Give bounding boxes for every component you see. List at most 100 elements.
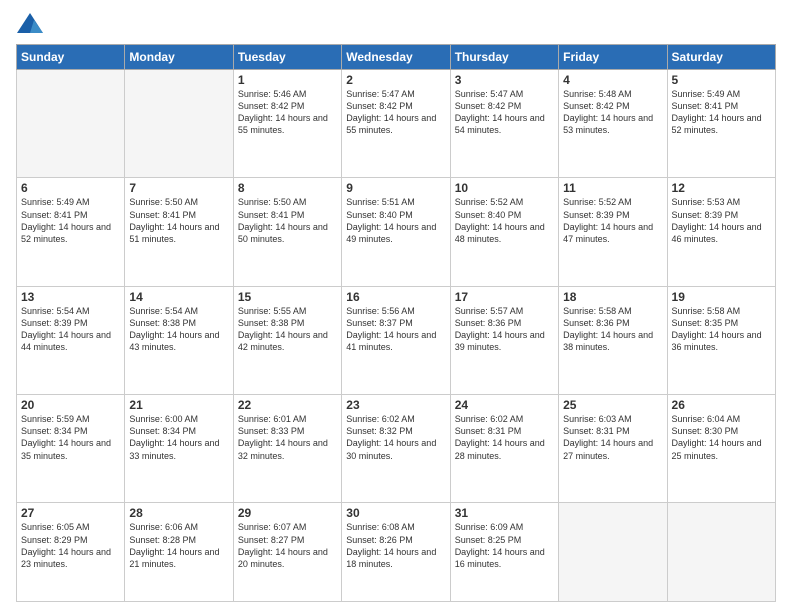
calendar-cell: 30Sunrise: 6:08 AM Sunset: 8:26 PM Dayli…: [342, 503, 450, 602]
calendar-cell: 6Sunrise: 5:49 AM Sunset: 8:41 PM Daylig…: [17, 178, 125, 286]
calendar-table: SundayMondayTuesdayWednesdayThursdayFrid…: [16, 44, 776, 602]
day-number: 3: [455, 73, 554, 87]
day-info: Sunrise: 5:57 AM Sunset: 8:36 PM Dayligh…: [455, 305, 554, 354]
calendar-cell: 7Sunrise: 5:50 AM Sunset: 8:41 PM Daylig…: [125, 178, 233, 286]
calendar-cell: 17Sunrise: 5:57 AM Sunset: 8:36 PM Dayli…: [450, 286, 558, 394]
day-info: Sunrise: 6:04 AM Sunset: 8:30 PM Dayligh…: [672, 413, 771, 462]
calendar-cell: 14Sunrise: 5:54 AM Sunset: 8:38 PM Dayli…: [125, 286, 233, 394]
calendar-cell: 21Sunrise: 6:00 AM Sunset: 8:34 PM Dayli…: [125, 395, 233, 503]
calendar-cell: 4Sunrise: 5:48 AM Sunset: 8:42 PM Daylig…: [559, 70, 667, 178]
header: [16, 10, 776, 38]
day-number: 27: [21, 506, 120, 520]
calendar-header-monday: Monday: [125, 45, 233, 70]
calendar-cell: 24Sunrise: 6:02 AM Sunset: 8:31 PM Dayli…: [450, 395, 558, 503]
calendar-cell: [559, 503, 667, 602]
day-number: 22: [238, 398, 337, 412]
day-number: 23: [346, 398, 445, 412]
day-info: Sunrise: 5:54 AM Sunset: 8:38 PM Dayligh…: [129, 305, 228, 354]
day-info: Sunrise: 5:47 AM Sunset: 8:42 PM Dayligh…: [455, 88, 554, 137]
day-info: Sunrise: 5:55 AM Sunset: 8:38 PM Dayligh…: [238, 305, 337, 354]
calendar-cell: 16Sunrise: 5:56 AM Sunset: 8:37 PM Dayli…: [342, 286, 450, 394]
day-info: Sunrise: 6:01 AM Sunset: 8:33 PM Dayligh…: [238, 413, 337, 462]
calendar-cell: 31Sunrise: 6:09 AM Sunset: 8:25 PM Dayli…: [450, 503, 558, 602]
calendar-cell: 26Sunrise: 6:04 AM Sunset: 8:30 PM Dayli…: [667, 395, 775, 503]
calendar-week-row: 13Sunrise: 5:54 AM Sunset: 8:39 PM Dayli…: [17, 286, 776, 394]
calendar-cell: [125, 70, 233, 178]
day-number: 24: [455, 398, 554, 412]
calendar-cell: 27Sunrise: 6:05 AM Sunset: 8:29 PM Dayli…: [17, 503, 125, 602]
day-info: Sunrise: 5:56 AM Sunset: 8:37 PM Dayligh…: [346, 305, 445, 354]
day-number: 4: [563, 73, 662, 87]
day-number: 10: [455, 181, 554, 195]
day-info: Sunrise: 5:49 AM Sunset: 8:41 PM Dayligh…: [21, 196, 120, 245]
day-info: Sunrise: 5:53 AM Sunset: 8:39 PM Dayligh…: [672, 196, 771, 245]
calendar-cell: 8Sunrise: 5:50 AM Sunset: 8:41 PM Daylig…: [233, 178, 341, 286]
day-info: Sunrise: 5:49 AM Sunset: 8:41 PM Dayligh…: [672, 88, 771, 137]
day-info: Sunrise: 5:59 AM Sunset: 8:34 PM Dayligh…: [21, 413, 120, 462]
day-info: Sunrise: 5:54 AM Sunset: 8:39 PM Dayligh…: [21, 305, 120, 354]
calendar-header-thursday: Thursday: [450, 45, 558, 70]
calendar-header-tuesday: Tuesday: [233, 45, 341, 70]
day-number: 9: [346, 181, 445, 195]
day-number: 31: [455, 506, 554, 520]
day-number: 21: [129, 398, 228, 412]
calendar-cell: 28Sunrise: 6:06 AM Sunset: 8:28 PM Dayli…: [125, 503, 233, 602]
calendar-cell: 13Sunrise: 5:54 AM Sunset: 8:39 PM Dayli…: [17, 286, 125, 394]
day-number: 6: [21, 181, 120, 195]
calendar-cell: 9Sunrise: 5:51 AM Sunset: 8:40 PM Daylig…: [342, 178, 450, 286]
calendar-header-row: SundayMondayTuesdayWednesdayThursdayFrid…: [17, 45, 776, 70]
calendar-week-row: 27Sunrise: 6:05 AM Sunset: 8:29 PM Dayli…: [17, 503, 776, 602]
calendar-cell: 15Sunrise: 5:55 AM Sunset: 8:38 PM Dayli…: [233, 286, 341, 394]
day-number: 15: [238, 290, 337, 304]
day-info: Sunrise: 6:06 AM Sunset: 8:28 PM Dayligh…: [129, 521, 228, 570]
calendar-week-row: 1Sunrise: 5:46 AM Sunset: 8:42 PM Daylig…: [17, 70, 776, 178]
day-number: 1: [238, 73, 337, 87]
day-number: 26: [672, 398, 771, 412]
day-number: 28: [129, 506, 228, 520]
day-number: 17: [455, 290, 554, 304]
calendar-cell: 29Sunrise: 6:07 AM Sunset: 8:27 PM Dayli…: [233, 503, 341, 602]
day-info: Sunrise: 6:07 AM Sunset: 8:27 PM Dayligh…: [238, 521, 337, 570]
calendar-header-sunday: Sunday: [17, 45, 125, 70]
calendar-cell: 1Sunrise: 5:46 AM Sunset: 8:42 PM Daylig…: [233, 70, 341, 178]
day-info: Sunrise: 5:48 AM Sunset: 8:42 PM Dayligh…: [563, 88, 662, 137]
day-info: Sunrise: 6:00 AM Sunset: 8:34 PM Dayligh…: [129, 413, 228, 462]
day-number: 11: [563, 181, 662, 195]
day-info: Sunrise: 5:46 AM Sunset: 8:42 PM Dayligh…: [238, 88, 337, 137]
calendar-cell: 25Sunrise: 6:03 AM Sunset: 8:31 PM Dayli…: [559, 395, 667, 503]
calendar-cell: 11Sunrise: 5:52 AM Sunset: 8:39 PM Dayli…: [559, 178, 667, 286]
calendar-week-row: 6Sunrise: 5:49 AM Sunset: 8:41 PM Daylig…: [17, 178, 776, 286]
day-info: Sunrise: 5:58 AM Sunset: 8:35 PM Dayligh…: [672, 305, 771, 354]
day-number: 12: [672, 181, 771, 195]
page: SundayMondayTuesdayWednesdayThursdayFrid…: [0, 0, 792, 612]
calendar-header-wednesday: Wednesday: [342, 45, 450, 70]
calendar-cell: 22Sunrise: 6:01 AM Sunset: 8:33 PM Dayli…: [233, 395, 341, 503]
day-number: 8: [238, 181, 337, 195]
calendar-cell: 12Sunrise: 5:53 AM Sunset: 8:39 PM Dayli…: [667, 178, 775, 286]
day-info: Sunrise: 6:05 AM Sunset: 8:29 PM Dayligh…: [21, 521, 120, 570]
day-number: 20: [21, 398, 120, 412]
calendar-header-friday: Friday: [559, 45, 667, 70]
day-number: 5: [672, 73, 771, 87]
calendar-cell: 5Sunrise: 5:49 AM Sunset: 8:41 PM Daylig…: [667, 70, 775, 178]
day-number: 18: [563, 290, 662, 304]
day-number: 13: [21, 290, 120, 304]
calendar-cell: [17, 70, 125, 178]
logo-icon: [16, 10, 44, 38]
day-info: Sunrise: 5:58 AM Sunset: 8:36 PM Dayligh…: [563, 305, 662, 354]
day-info: Sunrise: 6:02 AM Sunset: 8:31 PM Dayligh…: [455, 413, 554, 462]
day-info: Sunrise: 6:08 AM Sunset: 8:26 PM Dayligh…: [346, 521, 445, 570]
day-number: 16: [346, 290, 445, 304]
day-number: 19: [672, 290, 771, 304]
day-number: 7: [129, 181, 228, 195]
calendar-cell: 19Sunrise: 5:58 AM Sunset: 8:35 PM Dayli…: [667, 286, 775, 394]
day-info: Sunrise: 5:50 AM Sunset: 8:41 PM Dayligh…: [238, 196, 337, 245]
calendar-cell: [667, 503, 775, 602]
calendar-header-saturday: Saturday: [667, 45, 775, 70]
day-number: 25: [563, 398, 662, 412]
day-number: 29: [238, 506, 337, 520]
day-info: Sunrise: 5:52 AM Sunset: 8:40 PM Dayligh…: [455, 196, 554, 245]
day-number: 2: [346, 73, 445, 87]
day-number: 14: [129, 290, 228, 304]
day-info: Sunrise: 5:51 AM Sunset: 8:40 PM Dayligh…: [346, 196, 445, 245]
